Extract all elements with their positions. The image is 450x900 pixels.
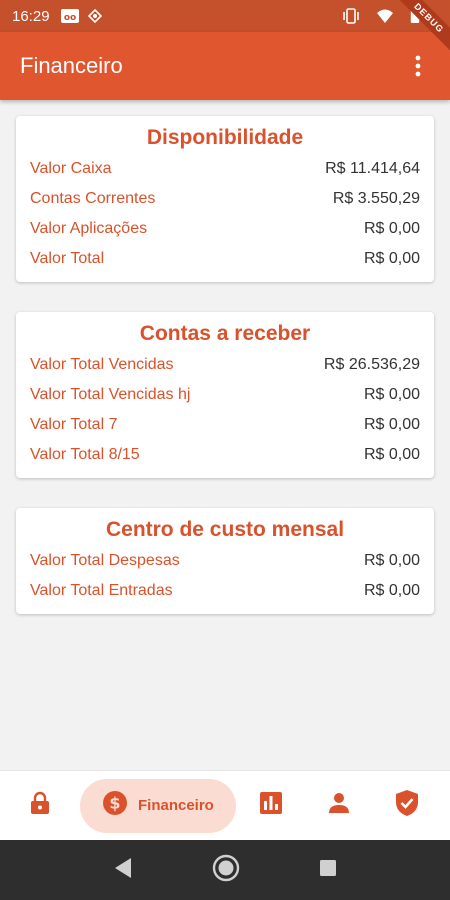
row-label: Valor Total 7 (30, 416, 118, 433)
disponibilidade-card: Disponibilidade Valor Caixa R$ 11.414,64 … (16, 116, 434, 282)
wifi-icon (376, 8, 394, 24)
row-label: Valor Total Vencidas hj (30, 386, 191, 403)
vibrate-icon (342, 8, 360, 24)
row-value: R$ 11.414,64 (325, 160, 420, 177)
system-navigation-bar (0, 840, 450, 900)
card-title: Disponibilidade (146, 126, 304, 149)
row-value: R$ 3.550,29 (332, 190, 420, 207)
row-value: R$ 0,00 (363, 220, 420, 237)
more-vert-icon[interactable] (406, 54, 430, 78)
row-label: Valor Total 8/15 (30, 446, 140, 463)
person-icon (328, 792, 350, 819)
app-bar: Financeiro (0, 32, 450, 100)
bottom-navigation: $ Financeiro (0, 770, 450, 840)
home-icon[interactable] (211, 853, 241, 888)
back-icon[interactable] (113, 857, 133, 884)
row-label: Valor Total (30, 250, 105, 267)
row-value: R$ 0,00 (363, 582, 420, 599)
row-label: Valor Total Vencidas (30, 356, 174, 373)
status-time: 16:29 (12, 7, 50, 25)
list-item: Contas Correntes R$ 3.550,29 (30, 184, 420, 214)
list-item: Valor Total 7 R$ 0,00 (30, 410, 420, 440)
contas-receber-card: Contas a receber Valor Total Vencidas R$ … (16, 312, 434, 478)
list-item: Valor Total Entradas R$ 0,00 (30, 576, 420, 606)
status-bar: 16:29 oo (0, 0, 450, 32)
list-item: Valor Total R$ 0,00 (30, 244, 420, 274)
row-value: R$ 0,00 (363, 386, 420, 403)
svg-text:oo: oo (63, 13, 75, 23)
nav-item-financeiro[interactable]: $ Financeiro (80, 778, 236, 833)
list-item: Valor Total Despesas R$ 0,00 (30, 546, 420, 576)
list-item: Valor Caixa R$ 11.414,64 (30, 154, 420, 184)
row-value: R$ 26.536,29 (323, 356, 420, 373)
nav-item-security[interactable] (372, 789, 442, 822)
row-value: R$ 0,00 (363, 446, 420, 463)
nav-item-reports[interactable] (236, 792, 306, 819)
list-item: Valor Total 8/15 R$ 0,00 (30, 440, 420, 470)
nav-label: Financeiro (138, 797, 214, 814)
lock-icon (29, 791, 51, 820)
list-item: Valor Aplicações R$ 0,00 (30, 214, 420, 244)
nav-item-profile[interactable] (306, 792, 372, 819)
row-label: Valor Aplicações (30, 220, 148, 237)
wear-icon: oo (60, 8, 80, 24)
centro-custo-card: Centro de custo mensal Valor Total Despe… (16, 508, 434, 614)
verified-shield-icon (395, 789, 419, 822)
row-label: Valor Total Despesas (30, 552, 180, 569)
row-value: R$ 0,00 (363, 552, 420, 569)
page-title: Financeiro (20, 53, 123, 78)
dollar-icon: $ (102, 790, 128, 821)
list-item: Valor Total Vencidas R$ 26.536,29 (30, 350, 420, 380)
row-value: R$ 0,00 (363, 250, 420, 267)
list-item: Valor Total Vencidas hj R$ 0,00 (30, 380, 420, 410)
row-value: R$ 0,00 (363, 416, 420, 433)
row-label: Valor Total Entradas (30, 582, 173, 599)
row-label: Contas Correntes (30, 190, 156, 207)
diamond-icon (87, 9, 102, 23)
card-title: Centro de custo mensal (105, 518, 345, 541)
recents-icon[interactable] (319, 859, 337, 882)
card-title: Contas a receber (139, 322, 311, 345)
bar-chart-icon (259, 792, 282, 819)
row-label: Valor Caixa (30, 160, 112, 177)
svg-text:$: $ (109, 794, 120, 813)
nav-item-lock[interactable] (0, 791, 80, 820)
